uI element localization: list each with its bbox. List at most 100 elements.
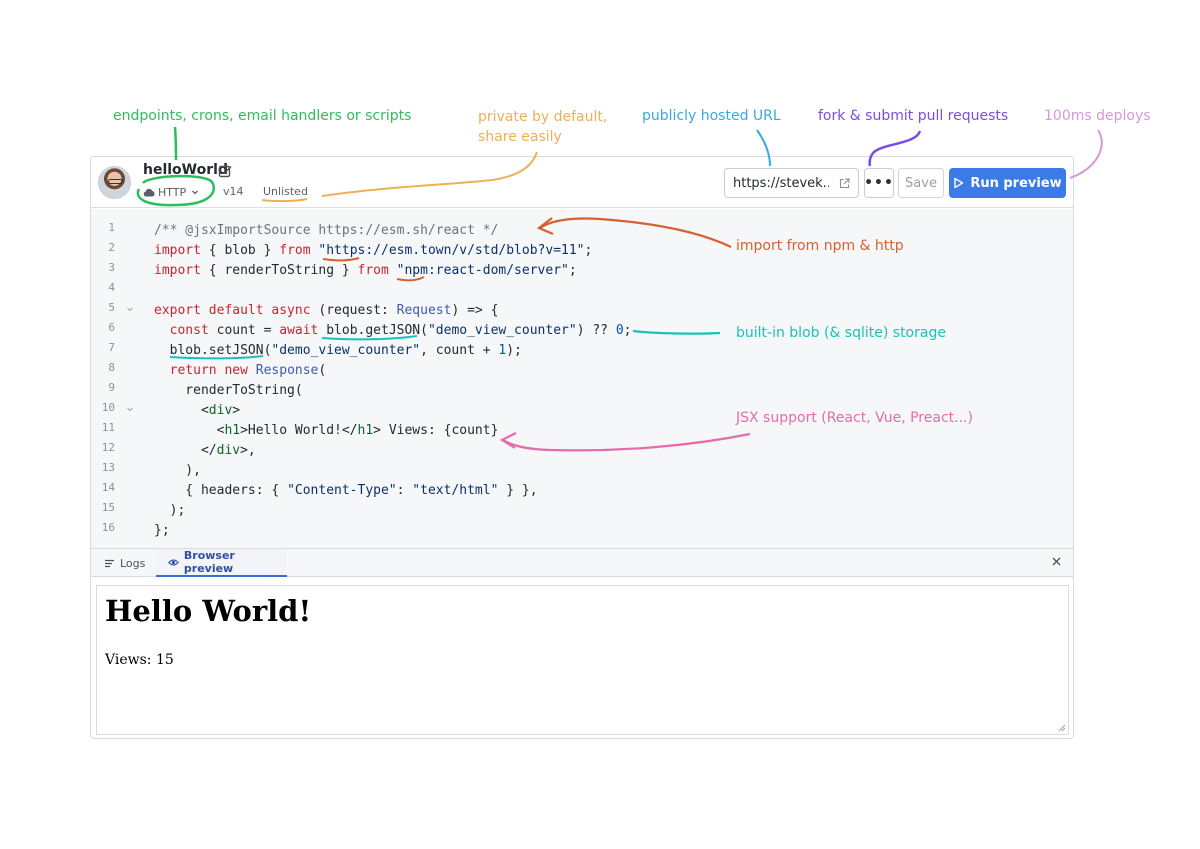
preview-heading: Hello World! (105, 594, 312, 628)
privacy-label[interactable]: Unlisted (263, 185, 308, 198)
code-token: < (154, 403, 209, 418)
edit-icon[interactable] (218, 164, 232, 178)
code-token: return new (169, 363, 248, 378)
code-token: { blob } (200, 243, 280, 258)
tab-browser-preview[interactable]: Browser preview (156, 549, 287, 577)
code-line[interactable]: return new Response( (154, 361, 327, 381)
code-token: /** @jsxImportSource https://esm.sh/reac… (154, 223, 499, 238)
tab-logs[interactable]: Logs (104, 549, 145, 577)
line-number: 2 (108, 241, 115, 254)
line-number: 1 (108, 221, 115, 234)
annotation-arrow-pink (1069, 129, 1103, 179)
annotation-imports: import from npm & http (736, 238, 904, 254)
avatar[interactable] (98, 166, 131, 199)
code-line[interactable]: { headers: { "Content-Type": "text/html"… (154, 481, 537, 501)
code-line[interactable]: import { blob } from "https://esm.town/v… (154, 241, 592, 261)
code-line[interactable]: blob.setJSON("demo_view_counter", count … (154, 341, 522, 361)
code-line[interactable]: ), (154, 461, 201, 481)
code-token: blob.getJSON( (318, 323, 428, 338)
logs-icon (105, 559, 114, 567)
code-token: "text/html" (412, 483, 499, 498)
code-token: , count + (420, 343, 499, 358)
line-number: 12 (101, 441, 115, 454)
run-preview-button[interactable]: Run preview (949, 168, 1066, 198)
code-token: renderToString( (154, 383, 303, 398)
line-number: 13 (101, 461, 115, 474)
line-number: 8 (108, 361, 115, 374)
code-line[interactable]: <h1>Hello World!</h1> Views: {count} (154, 421, 499, 441)
code-line[interactable]: ); (154, 501, 186, 521)
code-line[interactable]: }; (154, 521, 170, 541)
close-icon[interactable] (1051, 556, 1062, 567)
more-button[interactable]: ••• (864, 168, 894, 198)
code-line[interactable]: export default async (request: Request) … (154, 301, 498, 321)
chevron-down-icon (192, 190, 199, 195)
code-token: ; (623, 323, 632, 338)
save-button[interactable]: Save (898, 168, 944, 198)
code-token: > (232, 403, 241, 418)
code-token: ; (568, 263, 577, 278)
annotation-private-line1: private by default, (478, 109, 608, 125)
line-number: 6 (108, 321, 115, 334)
code-token: Response (255, 363, 319, 378)
code-editor[interactable]: 1 2 3 4 5 6 7 8 9 10 11 12 13 14 15 16 /… (91, 209, 1073, 548)
code-line[interactable]: <div> (154, 401, 240, 421)
code-token: > Views: {count} (373, 423, 499, 438)
code-token: from (279, 243, 311, 258)
code-token: }; (154, 523, 170, 538)
tab-browser-preview-label: Browser preview (183, 549, 235, 575)
code-token: 0 (615, 323, 624, 338)
code-line[interactable]: renderToString( (154, 381, 303, 401)
line-number: 3 (108, 261, 115, 274)
code-line[interactable]: import { renderToString } from "npm:reac… (154, 261, 577, 281)
annotation-private-line2: share easily (478, 129, 562, 145)
code-token: { headers: { (154, 483, 288, 498)
code-token: count = (208, 323, 280, 338)
eye-icon (168, 558, 179, 566)
val-type-label: HTTP (158, 185, 187, 199)
browser-preview-frame[interactable]: Hello World! Views: 15 (96, 585, 1069, 735)
code-token: < (154, 423, 225, 438)
code-token: (request: (310, 303, 397, 318)
line-number: 11 (101, 421, 115, 434)
fold-chevron-icon[interactable] (126, 405, 134, 413)
code-token: const (169, 323, 209, 338)
fold-chevron-icon[interactable] (126, 305, 134, 313)
code-token: export default async (154, 303, 311, 318)
preview-views-text: Views: 15 (105, 652, 174, 668)
line-number: 15 (101, 501, 115, 514)
annotation-storage: built-in blob (& sqlite) storage (736, 325, 946, 341)
version-label[interactable]: v14 (223, 185, 244, 198)
val-name[interactable]: helloWorld (143, 162, 228, 178)
code-token: ); (154, 503, 186, 518)
annotation-fork: fork & submit pull requests (818, 108, 1009, 124)
line-number: 9 (108, 381, 115, 394)
code-token: div (216, 443, 241, 458)
run-preview-label: Run preview (970, 175, 1062, 191)
cloud-icon (143, 188, 155, 196)
line-number: 5 (108, 301, 115, 314)
line-number: 16 (101, 521, 115, 534)
code-token: blob.setJSON( (154, 343, 272, 358)
code-token: from (357, 263, 389, 278)
code-line[interactable]: </div>, (154, 441, 256, 461)
val-header: helloWorld HTTP v14 Unlisted https://ste… (91, 157, 1073, 208)
code-line[interactable]: /** @jsxImportSource https://esm.sh/reac… (154, 221, 498, 241)
annotation-jsx: JSX support (React, Vue, Preact...) (736, 410, 973, 426)
code-token: ; (584, 243, 593, 258)
val-type-dropdown[interactable]: HTTP (143, 184, 199, 200)
code-token: >Hello World!</ (240, 423, 358, 438)
code-token: import (154, 263, 201, 278)
play-icon (954, 177, 964, 189)
resize-handle-icon[interactable] (1057, 723, 1066, 732)
external-link-icon (839, 178, 850, 189)
code-token: ) => { (451, 303, 499, 318)
code-token: "demo_view_counter" (271, 343, 421, 358)
code-line[interactable]: const count = await blob.getJSON("demo_v… (154, 321, 632, 341)
code-token: ( (318, 363, 327, 378)
code-token: ), (154, 463, 201, 478)
more-icon: ••• (864, 175, 894, 191)
public-url-link[interactable]: https://stevek... (724, 168, 859, 198)
